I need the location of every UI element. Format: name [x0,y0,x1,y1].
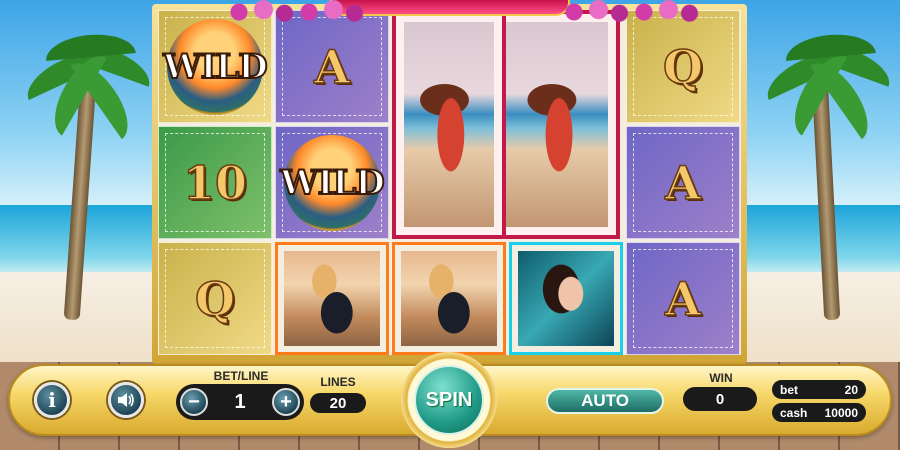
symbol-q: Q [662,39,704,95]
spin-button[interactable]: SPIN [414,365,484,435]
info-button[interactable]: i [34,382,70,418]
reel-grid: WILD 10 Q A WILD Q A A [158,10,741,355]
cash-value: 10000 [824,405,858,420]
reel-symbol-blonde-woman [275,242,389,355]
reel-symbol-a: A [626,126,740,239]
minus-icon: − [188,391,200,413]
cash-label: cash [780,405,808,420]
info-icon: i [48,388,56,412]
top-frame-banner [330,0,570,16]
symbol-q: Q [194,271,236,327]
bet-row: bet 20 [772,380,866,399]
symbol-a: A [313,39,350,95]
reel-symbol-lounging-woman [506,10,620,239]
wild-icon: WILD [279,134,386,231]
flower-decoration-icon [560,0,630,24]
bet-line-value: 1 [234,390,246,413]
flower-decoration-icon [295,0,365,24]
bet-line-label: BET/LINE [213,369,269,383]
reel-frame: WILD 10 Q A WILD Q A A [152,4,747,364]
woman-photo-icon [401,251,497,346]
reel-symbol-lounging-woman [392,10,506,239]
reel-symbol-q: Q [626,10,740,123]
woman-photo-icon [518,251,614,346]
symbol-a: A [664,271,701,327]
reel-symbol-wild: WILD [275,126,389,239]
bet-increase-button[interactable]: + [272,388,300,416]
palm-tree-left [19,20,157,321]
bet-label: bet [780,382,798,397]
palm-tree-right [759,20,897,321]
bet-line-stepper: − 1 + [176,384,304,420]
lines-value[interactable]: 20 [310,393,366,413]
symbol-a: A [664,155,701,211]
spin-button-ring: SPIN [401,352,497,448]
speaker-icon [118,393,134,407]
flower-decoration-icon [225,0,295,24]
auto-button[interactable]: AUTO [546,388,664,414]
cash-row: cash 10000 [772,403,866,422]
reel-symbol-wild: WILD [158,10,272,123]
symbol-10: 10 [182,155,248,211]
lines-label: LINES [320,375,356,389]
bet-value: 20 [844,382,858,397]
woman-photo-icon [506,22,608,227]
win-value: 0 [683,387,757,411]
plus-icon: + [280,391,292,413]
balance-panel: bet 20 cash 10000 [772,380,866,424]
woman-photo-icon [404,22,494,227]
reel-symbol-a: A [275,10,389,123]
win-label: WIN [709,371,733,385]
wild-icon: WILD [162,18,269,115]
flower-decoration-icon [630,0,700,24]
sound-button[interactable] [108,382,144,418]
reel-symbol-blonde-woman [392,242,506,355]
reel-symbol-10: 10 [158,126,272,239]
reel-symbol-water-woman [509,242,623,355]
bet-decrease-button[interactable]: − [180,388,208,416]
reel-symbol-a: A [626,242,740,355]
reel-symbol-q: Q [158,242,272,355]
woman-photo-icon [284,251,380,346]
